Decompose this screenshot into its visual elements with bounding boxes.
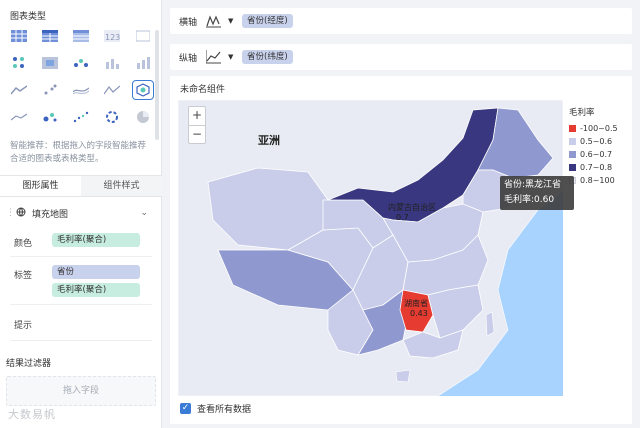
map-type-select[interactable]: ⋮ 填充地图 ⌄ (6, 204, 148, 222)
legend-item[interactable]: 0.8~100 (569, 174, 629, 187)
zoom-out-button[interactable]: − (189, 125, 205, 143)
scatter-chart-icon[interactable] (41, 82, 59, 98)
region-hainan[interactable] (395, 369, 411, 383)
map-type-label: 填充地图 (32, 209, 69, 220)
watermark: 大数易帆 (8, 408, 56, 421)
color-label: 颜色 (14, 239, 33, 249)
map-canvas: 亚洲 内蒙古自治区 0.7 湖南省 0.43 (178, 100, 563, 396)
result-filter-title: 结果过滤器 (6, 359, 52, 369)
dot-trend-icon[interactable] (72, 109, 90, 125)
area-chart-icon[interactable] (10, 82, 28, 98)
x-axis-bar: 横轴 ▼ 省份(经度) (170, 8, 632, 34)
color-field-pill[interactable]: 毛利率(聚合) (52, 233, 140, 247)
multi-line-icon[interactable] (72, 82, 90, 98)
show-all-data-label: 查看所有数据 (197, 405, 252, 415)
region-label-hunan: 湖南省 (404, 298, 428, 308)
svg-text:123: 123 (105, 33, 120, 42)
cross-table-icon[interactable] (41, 28, 59, 44)
drag-handle-icon: ⋮ (6, 208, 15, 218)
label-field-margin[interactable]: 毛利率(聚合) (52, 283, 140, 297)
caret-down-icon[interactable]: ▼ (228, 17, 240, 25)
legend-item-label: 0.6~0.7 (580, 150, 613, 159)
column-chart-icon[interactable] (134, 55, 152, 71)
continent-label: 亚洲 (258, 134, 280, 147)
legend-item-label: 0.5~0.6 (580, 137, 613, 146)
legend: 毛利率 -100~0.5 0.5~0.6 0.6~0.7 0.7~0.8 0.8… (569, 106, 629, 187)
pie-icon[interactable] (134, 109, 152, 125)
legend-title: 毛利率 (569, 108, 595, 118)
kpi-number-icon[interactable]: 123 (103, 28, 121, 44)
ring-icon[interactable] (103, 109, 121, 125)
chart-component: 未命名组件 亚洲 内蒙古自治区 0.7 湖南省 0.43 + − 毛利率 -10… (170, 76, 632, 424)
bar-chart-icon[interactable] (103, 55, 121, 71)
divider (10, 340, 152, 341)
chart-type-grid: 123 (10, 28, 154, 136)
tooltip-label: 提示 (14, 321, 33, 331)
chart-type-scrollbar[interactable] (155, 30, 159, 140)
radar-icon[interactable] (103, 82, 121, 98)
caret-down-icon[interactable]: ▼ (228, 53, 240, 61)
checkbox-checked-icon[interactable]: ✓ (180, 403, 191, 414)
tooltip-line-province: 省份:黑龙江省 (504, 180, 562, 190)
legend-item-label: 0.7~0.8 (580, 163, 613, 172)
scatter-points-icon[interactable] (72, 55, 90, 71)
tooltip-line-margin: 毛利率:0.60 (504, 195, 555, 205)
x-axis-label: 横轴 (178, 17, 197, 28)
left-panel: 图表类型 123 智能推荐：根据拖入的字段智能推荐合适的图表或表格类型。 图形属… (0, 0, 162, 428)
component-title: 未命名组件 (180, 85, 226, 95)
show-all-data-row[interactable]: ✓ 查看所有数据 (180, 402, 251, 415)
map-tooltip: 省份:黑龙江省 毛利率:0.60 (500, 176, 574, 210)
heatmap-icon[interactable] (41, 55, 59, 71)
legend-swatch (569, 164, 576, 171)
legend-item[interactable]: 0.6~0.7 (569, 148, 629, 161)
chart-type-title: 图表类型 (10, 12, 47, 22)
x-axis-field-pill[interactable]: 省份(经度) (242, 14, 293, 28)
y-axis-bar: 纵轴 ▼ 省份(纬度) (170, 44, 632, 70)
table-icon[interactable] (10, 28, 28, 44)
property-tabs: 图形属性 组件样式 (0, 175, 162, 197)
line-chart-icon[interactable] (10, 109, 28, 125)
legend-swatch (569, 138, 576, 145)
legend-item-label: 0.8~100 (580, 176, 615, 185)
detail-table-icon[interactable] (72, 28, 90, 44)
smart-recommend-hint: 智能推荐：根据拖入的字段智能推荐合适的图表或表格类型。 (10, 141, 147, 164)
drop-field-zone[interactable]: 拖入字段 (6, 376, 156, 406)
china-map[interactable]: 亚洲 内蒙古自治区 0.7 湖南省 0.43 + − (178, 100, 563, 396)
region-value-inner-mongolia: 0.7 (396, 213, 409, 222)
chevron-down-icon: ⌄ (140, 208, 148, 218)
legend-item-label: -100~0.5 (580, 124, 618, 133)
bubble-chart-icon[interactable] (41, 109, 59, 125)
region-value-hunan: 0.43 (410, 309, 428, 318)
zoom-control: + − (188, 106, 206, 144)
tab-graphic-properties[interactable]: 图形属性 (0, 176, 81, 196)
y-axis-field-pill[interactable]: 省份(纬度) (242, 50, 293, 64)
globe-icon (16, 207, 28, 220)
legend-swatch (569, 151, 576, 158)
map-icon[interactable] (132, 80, 154, 100)
tab-component-style[interactable]: 组件样式 (81, 176, 162, 196)
y-axis-label: 纵轴 (178, 53, 197, 64)
legend-swatch (569, 125, 576, 132)
label-field-province[interactable]: 省份 (52, 265, 140, 279)
region-label-inner-mongolia: 内蒙古自治区 (388, 202, 436, 212)
scroll-icon[interactable] (134, 28, 152, 44)
zoom-in-button[interactable]: + (189, 107, 205, 125)
dot-matrix-icon[interactable] (10, 55, 28, 71)
label-label: 标签 (14, 271, 33, 281)
legend-item[interactable]: 0.5~0.6 (569, 135, 629, 148)
divider (10, 256, 152, 257)
legend-item[interactable]: 0.7~0.8 (569, 161, 629, 174)
divider (10, 304, 152, 305)
legend-item[interactable]: -100~0.5 (569, 122, 629, 135)
